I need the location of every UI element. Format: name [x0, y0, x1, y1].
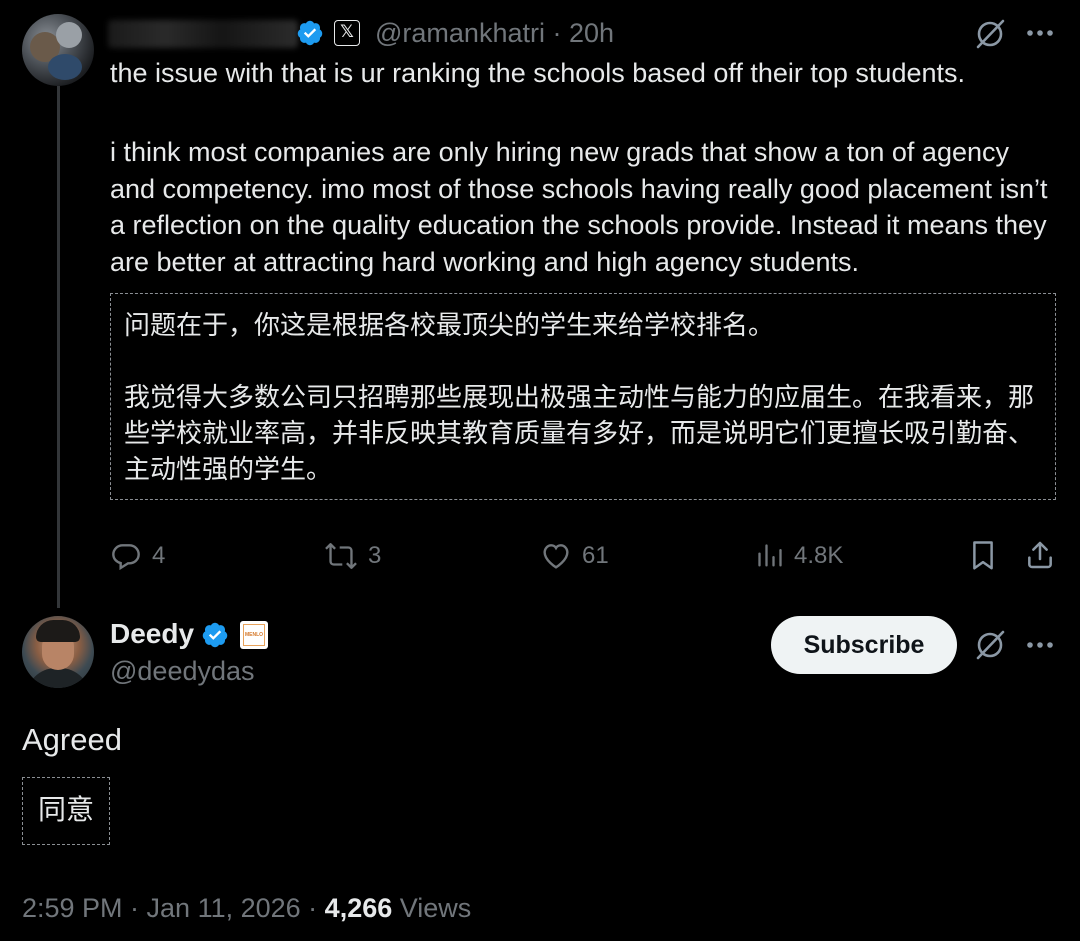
- repost-action-button[interactable]: 3: [324, 538, 381, 574]
- author-name[interactable]: Deedy: [110, 618, 194, 650]
- more-options-icon[interactable]: [1026, 640, 1056, 650]
- translation-line: 问题在于，你这是根据各校最顶尖的学生来给学校排名。: [124, 311, 775, 341]
- deedy-avatar[interactable]: [22, 616, 94, 688]
- verified-badge-icon: [202, 622, 228, 648]
- tweet-views-count: 4,266: [324, 893, 393, 923]
- x-logo-icon: 𝕏: [334, 20, 360, 46]
- reply-action-button[interactable]: 4: [110, 538, 165, 574]
- reply-author-name-blurred[interactable]: [108, 20, 298, 48]
- reply-clipped-first-line: the issue with that is ur ranking the sc…: [110, 62, 965, 88]
- translation-paragraph: 我觉得大多数公司只招聘那些展现出极强主动性与能力的应届生。在我看来，那些学校就业…: [124, 383, 1035, 485]
- reply-translation-box: 问题在于，你这是根据各校最顶尖的学生来给学校排名。 我觉得大多数公司只招聘那些展…: [110, 293, 1056, 500]
- like-count: 61: [582, 542, 609, 569]
- repost-count: 3: [368, 542, 382, 569]
- repost-icon: [325, 543, 357, 569]
- reply-body-text: i think most companies are only hiring n…: [110, 137, 1048, 277]
- views-count: 4.8K: [794, 542, 844, 569]
- reply-handle-time[interactable]: @ramankhatri · 20h: [375, 18, 614, 49]
- thread-connector-line: [57, 86, 60, 608]
- tweet-text: Agreed: [22, 722, 122, 757]
- affiliation-badge[interactable]: MENLO: [240, 621, 268, 649]
- bookmark-icon[interactable]: [970, 540, 996, 572]
- subscribe-button[interactable]: Subscribe: [771, 616, 957, 674]
- grok-icon[interactable]: [973, 17, 1007, 51]
- grok-icon[interactable]: [973, 628, 1007, 662]
- reply-author-avatar[interactable]: [22, 14, 94, 86]
- share-icon[interactable]: [1024, 539, 1056, 571]
- views-action-button[interactable]: 4.8K: [756, 538, 843, 574]
- tweet-timestamp[interactable]: 2:59 PM · Jan 11, 2026 ·: [22, 893, 325, 923]
- reply-count: 4: [152, 542, 166, 569]
- verified-badge-icon: [297, 20, 323, 46]
- tweet-views-label: Views: [392, 893, 472, 923]
- tweet-meta: 2:59 PM · Jan 11, 2026 · 4,266 Views: [22, 893, 471, 924]
- like-action-button[interactable]: 61: [540, 538, 609, 574]
- analytics-icon: [758, 544, 782, 567]
- heart-icon: [543, 544, 569, 569]
- reply-icon: [112, 544, 140, 571]
- more-options-icon[interactable]: [1026, 28, 1056, 38]
- tweet-translation-box: 同意: [22, 777, 110, 845]
- author-handle[interactable]: @deedydas: [110, 656, 255, 687]
